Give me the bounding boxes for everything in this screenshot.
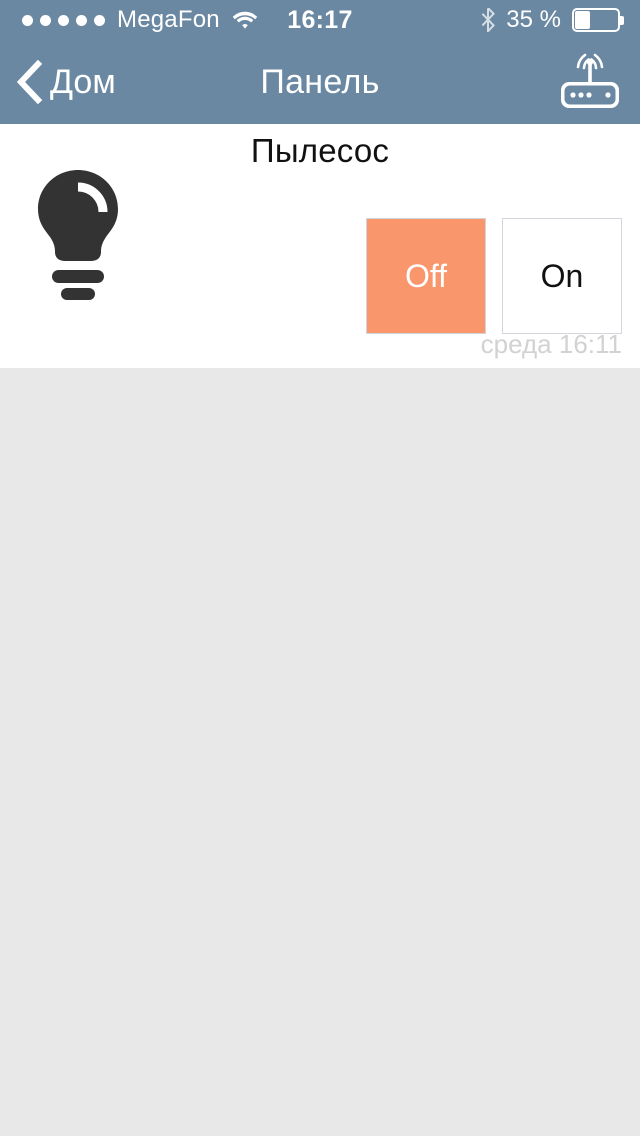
device-card: Пылесос Off On среда 16:11 bbox=[0, 124, 640, 368]
lightbulb-icon bbox=[0, 168, 160, 305]
page-title: Панель bbox=[260, 62, 380, 101]
device-name: Пылесос bbox=[250, 132, 390, 169]
device-card-body: Off On bbox=[0, 168, 640, 334]
phone-screen: MegaFon 16:17 35 % Дом Панель Пылесос Of… bbox=[0, 0, 640, 1136]
status-bar-clock: 16:17 bbox=[287, 5, 353, 34]
status-bar: MegaFon 16:17 35 % bbox=[0, 0, 640, 40]
battery-nub bbox=[620, 16, 624, 25]
power-toggle-group: Off On bbox=[366, 218, 622, 334]
battery-icon bbox=[572, 8, 624, 32]
last-updated-timestamp: среда 16:11 bbox=[480, 329, 622, 359]
navigation-bar: Дом Панель bbox=[0, 40, 640, 124]
battery-fill bbox=[575, 11, 590, 29]
off-button[interactable]: Off bbox=[366, 218, 486, 334]
on-button[interactable]: On bbox=[502, 218, 622, 334]
bluetooth-icon bbox=[481, 7, 496, 34]
